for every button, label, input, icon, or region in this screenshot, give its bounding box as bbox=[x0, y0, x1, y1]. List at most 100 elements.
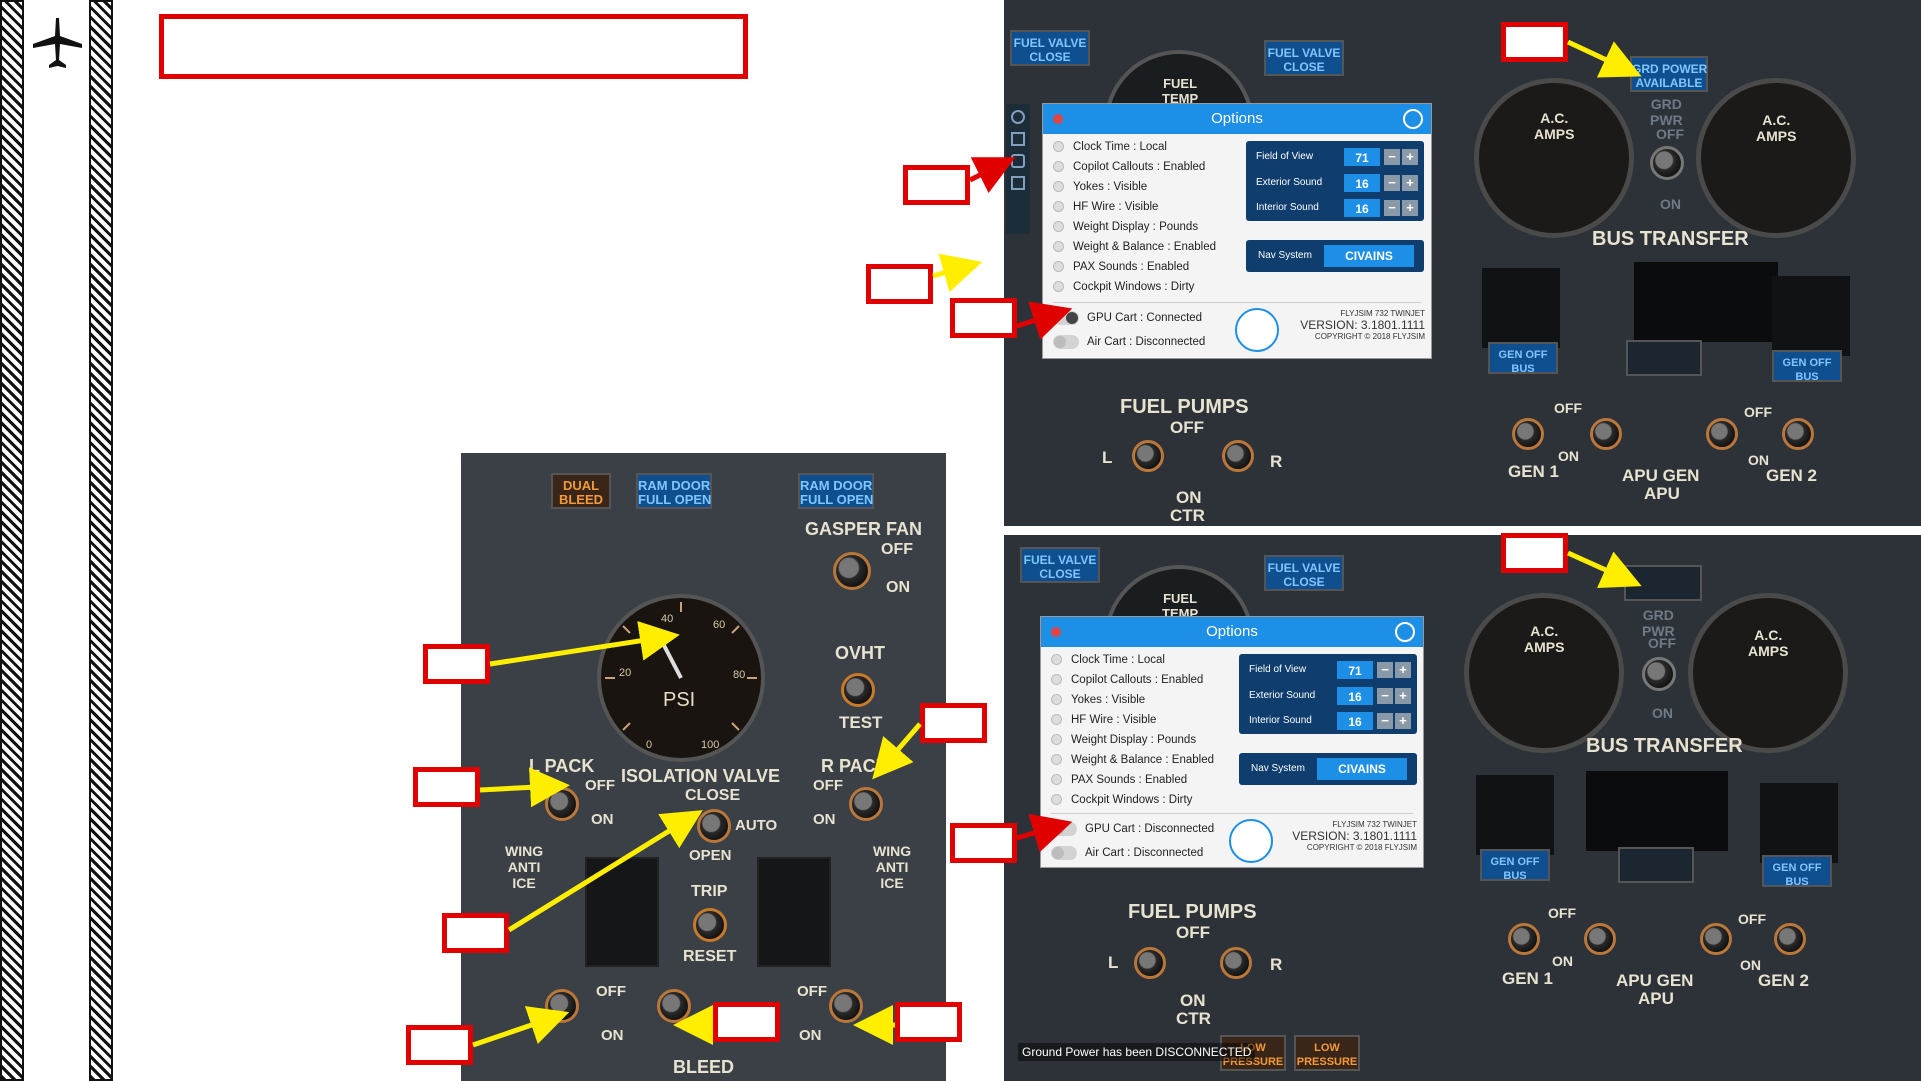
interior-sound-plus-button[interactable]: + bbox=[1395, 713, 1411, 729]
gpu-cart-toggle[interactable]: GPU Cart : Connected bbox=[1053, 309, 1202, 327]
engine-1-bleed-switch[interactable] bbox=[545, 989, 579, 1023]
apu-bleed-switch[interactable] bbox=[657, 989, 691, 1023]
exterior-sound-minus-button[interactable]: − bbox=[1384, 175, 1400, 191]
checkbox-icon[interactable] bbox=[1053, 281, 1064, 293]
option-weight-balance[interactable]: Weight & Balance : Enabled bbox=[1051, 752, 1214, 768]
field-of-view-plus-button[interactable]: + bbox=[1395, 662, 1411, 678]
checkbox-icon[interactable] bbox=[1053, 181, 1064, 193]
callout-box-engine-1-bleed bbox=[406, 1025, 473, 1065]
air-cart-toggle[interactable]: Air Cart : Disconnected bbox=[1051, 844, 1203, 862]
apu-gen-2-switch[interactable] bbox=[1706, 418, 1738, 450]
gen-2-switch[interactable] bbox=[1774, 923, 1806, 955]
option-weight-display[interactable]: Weight Display : Pounds bbox=[1051, 732, 1196, 748]
option-copilot-callouts[interactable]: Copilot Callouts : Enabled bbox=[1051, 672, 1203, 688]
option-clock-time[interactable]: Clock Time : Local bbox=[1053, 139, 1167, 155]
engine-2-bleed-switch[interactable] bbox=[829, 989, 863, 1023]
apu-gen-1-switch[interactable] bbox=[1590, 418, 1622, 450]
callout-box-grd-power-available bbox=[1501, 22, 1568, 62]
fuel-valve-close-left: FUEL VALVE CLOSE bbox=[1020, 547, 1100, 583]
checkbox-icon[interactable] bbox=[1051, 694, 1062, 706]
checkbox-icon[interactable] bbox=[1053, 221, 1064, 233]
interior-sound-plus-button[interactable]: + bbox=[1402, 200, 1418, 216]
apu-gen-2-switch[interactable] bbox=[1700, 923, 1732, 955]
option-label: PAX Sounds : Enabled bbox=[1071, 774, 1188, 786]
grd-power-switch[interactable] bbox=[1642, 657, 1676, 691]
apu-gen-off-bus-light bbox=[1626, 340, 1702, 376]
interior-sound-minus-button[interactable]: − bbox=[1384, 200, 1400, 216]
option-label: Clock Time : Local bbox=[1073, 141, 1167, 153]
option-yokes[interactable]: Yokes : Visible bbox=[1051, 692, 1145, 708]
ovht-test-button[interactable] bbox=[841, 673, 875, 707]
field-of-view-minus-button[interactable]: − bbox=[1384, 149, 1400, 165]
air-cart-toggle[interactable]: Air Cart : Disconnected bbox=[1053, 333, 1205, 351]
option-clock-time[interactable]: Clock Time : Local bbox=[1051, 652, 1165, 668]
fuel-pump-l-switch[interactable] bbox=[1134, 947, 1166, 979]
l-pack-switch[interactable] bbox=[545, 787, 579, 821]
toggle-switch-icon[interactable] bbox=[1051, 821, 1077, 836]
option-hf-wire[interactable]: HF Wire : Visible bbox=[1051, 712, 1156, 728]
field-of-view-plus-button[interactable]: + bbox=[1402, 149, 1418, 165]
option-pax-sounds[interactable]: PAX Sounds : Enabled bbox=[1051, 772, 1187, 788]
option-cockpit-windows[interactable]: Cockpit Windows : Dirty bbox=[1051, 792, 1192, 808]
option-pax-sounds[interactable]: PAX Sounds : Enabled bbox=[1053, 259, 1189, 275]
option-label: Weight Display : Pounds bbox=[1073, 221, 1199, 233]
gen-off-bus-left-light: GEN OFF BUS bbox=[1480, 849, 1550, 882]
option-cockpit-windows[interactable]: Cockpit Windows : Dirty bbox=[1053, 279, 1194, 295]
fuel-pump-l-switch[interactable] bbox=[1132, 440, 1164, 472]
interior-sound-row: Interior Sound 16 − + bbox=[1256, 198, 1418, 218]
gen-2-switch[interactable] bbox=[1782, 418, 1814, 450]
airplane-tool-icon[interactable] bbox=[1011, 132, 1025, 146]
checkbox-icon[interactable] bbox=[1053, 161, 1064, 173]
nav-system-label: Nav System bbox=[1251, 763, 1305, 774]
toggle-switch-icon[interactable] bbox=[1053, 310, 1079, 325]
toggle-switch-icon[interactable] bbox=[1051, 845, 1077, 860]
bus-transfer-switch-guard[interactable] bbox=[1634, 262, 1778, 342]
fuel-pump-on-label: ON bbox=[1180, 991, 1206, 1010]
option-yokes[interactable]: Yokes : Visible bbox=[1053, 179, 1147, 195]
r-pack-switch[interactable] bbox=[849, 787, 883, 821]
isolation-valve-switch[interactable] bbox=[697, 809, 731, 843]
checkbox-icon[interactable] bbox=[1051, 674, 1062, 686]
close-icon[interactable] bbox=[1051, 627, 1061, 637]
option-hf-wire[interactable]: HF Wire : Visible bbox=[1053, 199, 1158, 215]
option-weight-balance[interactable]: Weight & Balance : Enabled bbox=[1053, 239, 1216, 255]
option-copilot-callouts[interactable]: Copilot Callouts : Enabled bbox=[1053, 159, 1205, 175]
gen-1-switch[interactable] bbox=[1508, 923, 1540, 955]
option-weight-display[interactable]: Weight Display : Pounds bbox=[1053, 219, 1198, 235]
checkbox-icon[interactable] bbox=[1053, 261, 1064, 273]
option-label: Cockpit Windows : Dirty bbox=[1073, 281, 1195, 293]
checkbox-icon[interactable] bbox=[1051, 734, 1062, 746]
fuel-pump-r-switch[interactable] bbox=[1222, 440, 1254, 472]
checkbox-icon[interactable] bbox=[1051, 754, 1062, 766]
exterior-sound-plus-button[interactable]: + bbox=[1395, 688, 1411, 704]
checkbox-icon[interactable] bbox=[1053, 141, 1064, 153]
checkbox-icon[interactable] bbox=[1053, 241, 1064, 253]
checkbox-icon[interactable] bbox=[1053, 201, 1064, 213]
nav-system-selector[interactable]: CIVAINS bbox=[1324, 245, 1414, 267]
callout-box-gpu-cart-connected bbox=[950, 298, 1017, 338]
nav-system-selector[interactable]: CIVAINS bbox=[1317, 758, 1407, 780]
gen-1-switch[interactable] bbox=[1512, 418, 1544, 450]
settings-icon[interactable] bbox=[1011, 154, 1025, 168]
gpu-cart-toggle[interactable]: GPU Cart : Disconnected bbox=[1051, 820, 1214, 838]
bus-transfer-switch-guard[interactable] bbox=[1586, 771, 1728, 851]
checkbox-icon[interactable] bbox=[1051, 794, 1062, 806]
field-of-view-minus-button[interactable]: − bbox=[1377, 662, 1393, 678]
grd-power-switch[interactable] bbox=[1650, 146, 1684, 180]
apu-gen-1-switch[interactable] bbox=[1584, 923, 1616, 955]
interior-sound-minus-button[interactable]: − bbox=[1377, 713, 1393, 729]
gasper-fan-switch[interactable] bbox=[833, 552, 871, 590]
exterior-sound-plus-button[interactable]: + bbox=[1402, 175, 1418, 191]
exterior-sound-minus-button[interactable]: − bbox=[1377, 688, 1393, 704]
fuel-pump-r-switch[interactable] bbox=[1220, 947, 1252, 979]
gauge-icon[interactable] bbox=[1011, 110, 1025, 124]
close-icon[interactable] bbox=[1053, 114, 1063, 124]
trip-reset-button[interactable] bbox=[693, 908, 727, 942]
toggle-switch-icon[interactable] bbox=[1053, 334, 1079, 349]
copyright-text: COPYRIGHT © 2018 FLYJSIM bbox=[1306, 843, 1417, 852]
checkbox-icon[interactable] bbox=[1051, 774, 1062, 786]
checkbox-icon[interactable] bbox=[1051, 714, 1062, 726]
checklist-icon[interactable] bbox=[1011, 176, 1025, 190]
checkbox-icon[interactable] bbox=[1051, 654, 1062, 666]
dialog-divider bbox=[1053, 302, 1421, 303]
